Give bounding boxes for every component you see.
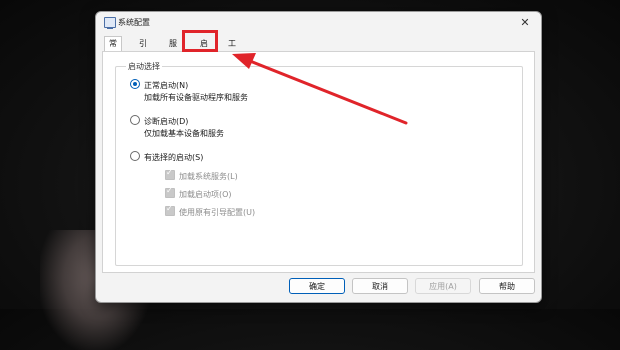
red-arrow-icon bbox=[232, 53, 408, 125]
